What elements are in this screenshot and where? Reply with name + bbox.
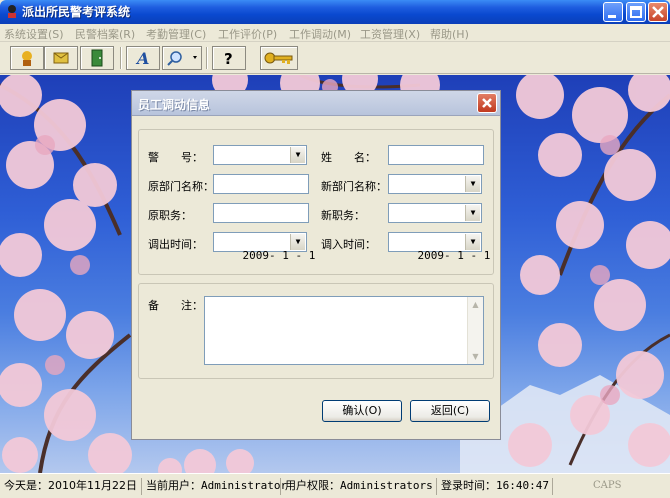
out-time-picker[interactable]: 2009- 1 - 1 ▼ [213,232,315,262]
orig-dept-input[interactable] [213,174,309,194]
menu-system-settings[interactable]: 系统设置(S) [4,26,64,42]
toolbar-separator [206,47,208,69]
search-icon [167,51,197,66]
archive-icon [53,52,69,64]
status-current-user: 当前用户：Administrator [141,478,287,495]
toolbar-search-button[interactable] [162,46,202,70]
transfer-dialog: 员工调动信息 警 号： ▼ 姓 名： 原部门名称： 新部门名称： ▼ 原职务： … [131,90,501,440]
remark-scrollbar[interactable]: ▲ ▼ [467,297,483,364]
menu-work-evaluation[interactable]: 工作评价(P) [218,26,277,42]
new-duty-label: 新职务： [321,209,365,222]
status-user-rights: 用户权限：Administrators [280,478,433,495]
maximize-button[interactable] [626,2,646,22]
remark-textarea[interactable]: ▲ ▼ [204,296,484,365]
scroll-down-icon[interactable]: ▼ [468,349,483,364]
out-time-value: 2009- 1 - 1 [242,249,316,262]
back-button[interactable]: 返回(C) [410,400,490,422]
name-label: 姓 名： [321,151,376,164]
menu-bar: 系统设置(S) 民警档案(R) 考勤管理(C) 工作评价(P) 工作调动(M) … [0,24,670,42]
scroll-up-icon[interactable]: ▲ [468,297,483,312]
chevron-down-icon[interactable]: ▼ [465,234,480,250]
svg-text:?: ? [224,50,233,68]
toolbar-key-button[interactable] [260,46,298,70]
toolbar-separator [120,47,122,69]
police-no-combo[interactable]: ▼ [213,145,307,165]
confirm-button[interactable]: 确认(O) [322,400,402,422]
key-icon [264,52,293,64]
toolbar: A ? [0,42,670,74]
remark-label: 备 注： [148,299,203,312]
menu-work-transfer[interactable]: 工作调动(M) [289,26,351,42]
menu-police-archive[interactable]: 民警档案(R) [75,26,135,42]
dialog-close-button[interactable] [477,93,497,113]
close-button[interactable] [648,2,668,22]
menu-attendance[interactable]: 考勤管理(C) [146,26,206,42]
window-titlebar: 派出所民警考评系统 [0,0,670,24]
chevron-down-icon[interactable]: ▼ [290,234,305,250]
police-no-label: 警 号： [148,151,203,164]
chevron-down-icon[interactable]: ▼ [465,176,480,192]
status-today: 今天是：2010年11月22日 [4,479,137,492]
orig-duty-input[interactable] [213,203,309,223]
window-title: 派出所民警考评系统 [22,5,131,19]
toolbar-font-button[interactable]: A [126,46,160,70]
name-input[interactable] [388,145,484,165]
status-bar: 今天是：2010年11月22日 当前用户：Administrator 用户权限：… [0,473,670,498]
dialog-title: 员工调动信息 [138,98,211,112]
minimize-icon [608,15,616,18]
dialog-titlebar: 员工调动信息 [132,91,500,116]
svg-text:A: A [135,49,149,68]
toolbar-exit-button[interactable] [80,46,114,70]
app-icon [8,5,16,18]
new-dept-label: 新部门名称： [321,180,387,193]
menu-salary[interactable]: 工资管理(X) [360,26,420,42]
in-time-value: 2009- 1 - 1 [417,249,491,262]
status-caps: CAPS [552,478,670,495]
in-time-picker[interactable]: 2009- 1 - 1 ▼ [388,232,490,262]
officer-icon [22,51,32,66]
close-icon [652,6,664,18]
out-time-label: 调出时间： [148,238,203,251]
toolbar-help-button[interactable]: ? [212,46,246,70]
chevron-down-icon[interactable]: ▼ [465,205,480,221]
orig-dept-label: 原部门名称： [148,180,214,193]
toolbar-archive-button[interactable] [44,46,78,70]
new-dept-combo[interactable]: ▼ [388,174,482,194]
in-time-label: 调入时间： [321,238,376,251]
maximize-icon [630,6,642,18]
close-icon [482,98,492,108]
orig-duty-label: 原职务： [148,209,192,222]
font-icon: A [135,49,149,68]
chevron-down-icon[interactable]: ▼ [290,147,305,163]
door-icon [91,49,103,67]
new-duty-combo[interactable]: ▼ [388,203,482,223]
help-icon: ? [224,50,233,68]
menu-help[interactable]: 帮助(H) [430,26,469,42]
status-login-time: 登录时间：16:40:47 [436,478,549,495]
minimize-button[interactable] [603,2,623,22]
toolbar-officer-button[interactable] [10,46,44,70]
